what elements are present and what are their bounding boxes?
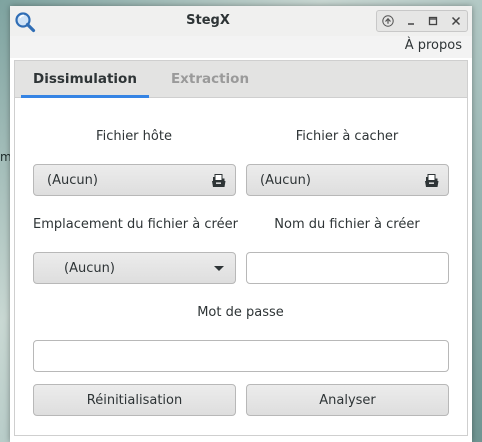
menubar: À propos (10, 36, 472, 58)
chevron-down-icon (214, 266, 224, 271)
window-title: StegX (186, 13, 230, 28)
window-controls (376, 10, 468, 32)
output-location-combo[interactable]: (Aucun) (33, 252, 236, 284)
analyze-button[interactable]: Analyser (246, 384, 449, 416)
reset-button[interactable]: Réinitialisation (33, 384, 236, 416)
open-file-icon (424, 173, 440, 189)
maximize-icon[interactable] (424, 12, 442, 30)
app-window: StegX À propos Dissimulation Extraction … (10, 6, 472, 442)
tab-bar: Dissimulation Extraction (15, 61, 467, 98)
close-icon[interactable] (447, 12, 465, 30)
output-location-label: Emplacement du fichier à créer (33, 217, 238, 232)
open-file-icon (211, 173, 227, 189)
up-arrow-icon[interactable] (379, 12, 397, 30)
password-label: Mot de passe (197, 305, 284, 320)
tab-dissimulation[interactable]: Dissimulation (21, 61, 149, 97)
output-location-value: (Aucun) (64, 260, 115, 276)
hide-file-value: (Aucun) (260, 172, 311, 188)
host-file-label: Fichier hôte (96, 129, 172, 144)
host-file-value: (Aucun) (47, 172, 98, 188)
menu-item-about[interactable]: À propos (405, 38, 462, 53)
hide-file-chooser[interactable]: (Aucun) (246, 164, 449, 196)
tab-extraction[interactable]: Extraction (165, 61, 255, 97)
host-file-chooser[interactable]: (Aucun) (33, 164, 236, 196)
hide-file-label: Fichier à cacher (295, 129, 399, 144)
notebook: Dissimulation Extraction Fichier hôte Fi… (14, 60, 468, 436)
minimize-icon[interactable] (402, 12, 420, 30)
titlebar[interactable]: StegX (10, 6, 472, 36)
dissimulation-panel: Fichier hôte Fichier à cacher (Aucun) (A… (15, 98, 467, 435)
output-name-input[interactable] (246, 252, 449, 284)
output-name-label: Nom du fichier à créer (274, 217, 420, 232)
password-input[interactable] (33, 340, 449, 372)
